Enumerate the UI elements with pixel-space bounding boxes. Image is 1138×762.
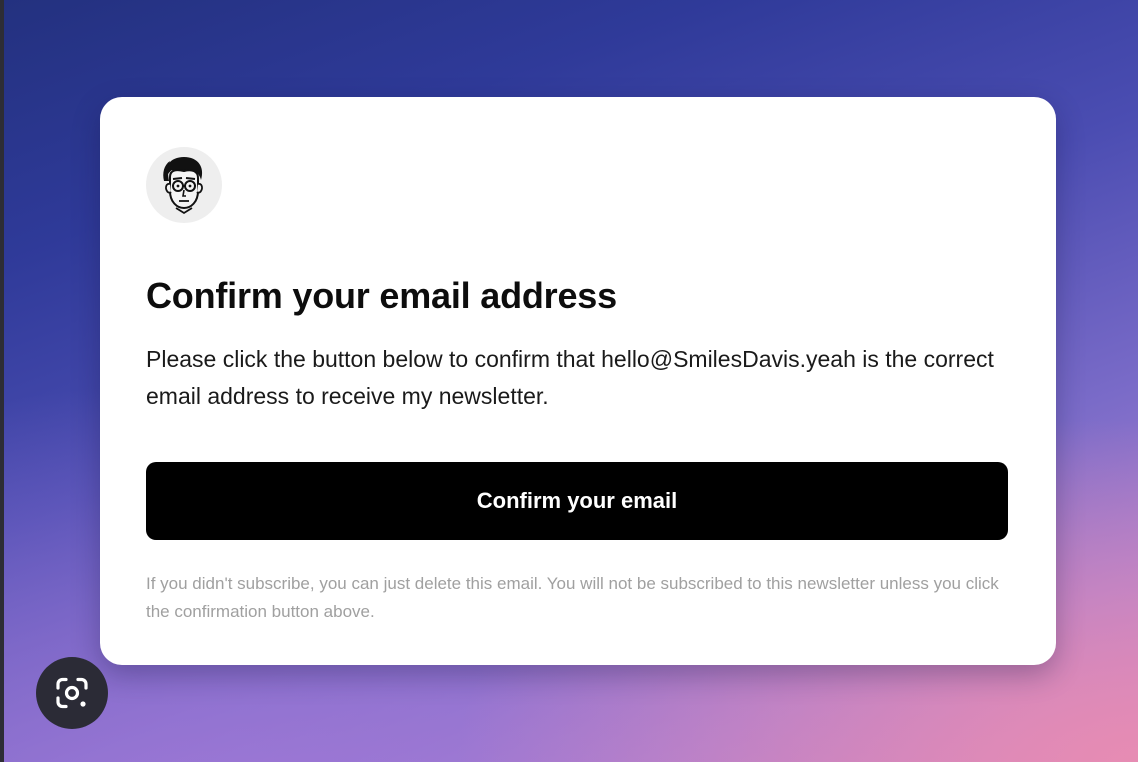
email-card: Confirm your email address Please click … [100,97,1056,665]
unsubscribe-note: If you didn't subscribe, you can just de… [146,574,999,621]
avatar [146,147,222,223]
lens-search-icon [56,677,88,709]
lens-search-button[interactable] [36,657,108,729]
cartoon-face-icon [163,157,203,215]
confirmation-message: Please click the button below to confirm… [146,346,994,409]
page-title: Confirm your email address [146,275,617,316]
window-edge [0,0,4,762]
confirm-email-button[interactable]: Confirm your email [146,462,1008,540]
